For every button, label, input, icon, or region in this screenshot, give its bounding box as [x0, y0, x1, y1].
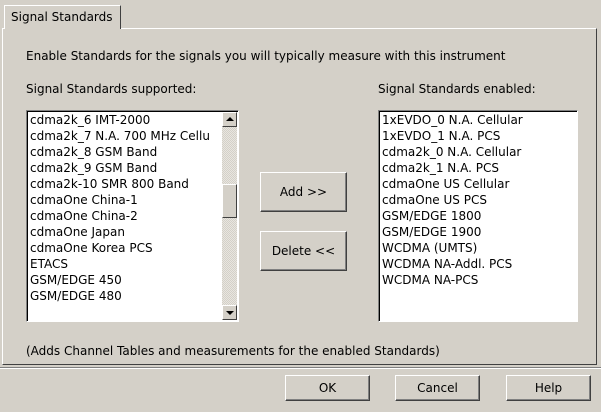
scroll-down-button[interactable]	[222, 305, 237, 320]
list-item[interactable]: GSM/EDGE 480	[30, 288, 221, 304]
list-item[interactable]: cdmaOne Korea PCS	[30, 240, 221, 256]
footnote-text: (Adds Channel Tables and measurements fo…	[26, 344, 440, 358]
add-button[interactable]: Add >>	[260, 172, 347, 212]
enabled-standards-list[interactable]: 1xEVDO_0 N.A. Cellular 1xEVDO_1 N.A. PCS c…	[378, 110, 578, 322]
list-item[interactable]: cdma2k_7 N.A. 700 MHz Cellu	[30, 128, 221, 144]
list-item[interactable]: cdmaOne US Cellular	[382, 176, 577, 192]
instructions-text: Enable Standards for the signals you wil…	[26, 49, 506, 63]
delete-button[interactable]: Delete <<	[260, 231, 347, 271]
list-item[interactable]: cdma2k_8 GSM Band	[30, 144, 221, 160]
list-item[interactable]: cdma2k_9 GSM Band	[30, 160, 221, 176]
list-item[interactable]: ETACS	[30, 256, 221, 272]
list-item[interactable]: cdma2k_1 N.A. PCS	[382, 160, 577, 176]
list-item[interactable]: GSM/EDGE 1900	[382, 224, 577, 240]
list-item[interactable]: cdma2k-10 SMR 800 Band	[30, 176, 221, 192]
down-arrow-icon	[226, 311, 234, 315]
supported-items: cdma2k_6 IMT-2000 cdma2k_7 N.A. 700 MHz C…	[30, 112, 221, 304]
cancel-button[interactable]: Cancel	[395, 375, 480, 401]
list-item[interactable]: cdmaOne China-2	[30, 208, 221, 224]
tab-label: Signal Standards	[11, 10, 113, 24]
list-item[interactable]: WCDMA NA-PCS	[382, 272, 577, 288]
footer-divider	[0, 367, 601, 369]
enabled-items: 1xEVDO_0 N.A. Cellular 1xEVDO_1 N.A. PCS c…	[382, 112, 577, 288]
up-arrow-icon	[226, 117, 234, 121]
supported-standards-list[interactable]: cdma2k_6 IMT-2000 cdma2k_7 N.A. 700 MHz C…	[26, 110, 239, 322]
list-item[interactable]: cdma2k_0 N.A. Cellular	[382, 144, 577, 160]
tab-signal-standards[interactable]: Signal Standards	[4, 5, 121, 29]
list-item[interactable]: WCDMA NA-Addl. PCS	[382, 256, 577, 272]
scroll-up-button[interactable]	[222, 112, 237, 127]
supported-scrollbar[interactable]	[222, 112, 237, 320]
scroll-thumb[interactable]	[222, 184, 237, 218]
list-item[interactable]: GSM/EDGE 1800	[382, 208, 577, 224]
help-button[interactable]: Help	[506, 375, 591, 401]
list-item[interactable]: cdma2k_6 IMT-2000	[30, 112, 221, 128]
enabled-list-label: Signal Standards enabled:	[378, 82, 536, 96]
list-item[interactable]: cdmaOne Japan	[30, 224, 221, 240]
ok-button[interactable]: OK	[285, 375, 370, 401]
list-item[interactable]: 1xEVDO_0 N.A. Cellular	[382, 112, 577, 128]
list-item[interactable]: 1xEVDO_1 N.A. PCS	[382, 128, 577, 144]
list-item[interactable]: cdmaOne China-1	[30, 192, 221, 208]
supported-list-label: Signal Standards supported:	[26, 82, 197, 96]
list-item[interactable]: GSM/EDGE 450	[30, 272, 221, 288]
list-item[interactable]: cdmaOne US PCS	[382, 192, 577, 208]
list-item[interactable]: WCDMA (UMTS)	[382, 240, 577, 256]
